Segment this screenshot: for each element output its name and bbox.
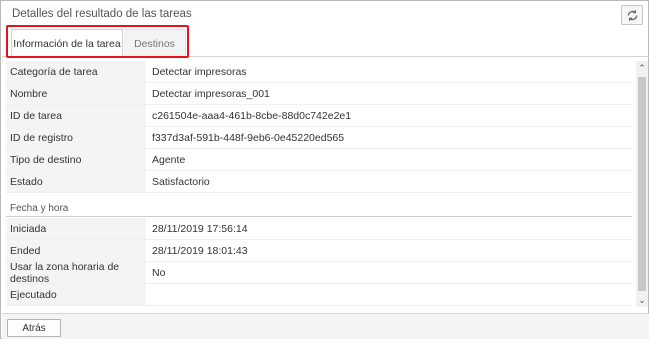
row-value: No [152,266,166,279]
row-label: ID de registro [6,127,146,148]
row-label: Ended [6,240,146,261]
section-title: Fecha y hora [10,203,69,214]
row-label: Estado [6,171,146,192]
table-row: Ended 28/11/2019 18:01:43 [6,240,632,262]
row-value: Detectar impresoras [152,65,247,78]
task-result-details-dialog: Detalles del resultado de las tareas Inf… [0,0,649,339]
refresh-icon [627,9,637,21]
row-value: c261504e-aaa4-461b-8cbe-88d0c742e2e1 [152,109,352,122]
row-label: Usar la zona horaria de destinos [6,261,146,285]
row-label: Categoría de tarea [6,61,146,82]
table-row: ID de tarea c261504e-aaa4-461b-8cbe-88d0… [6,105,632,127]
row-label: ID de tarea [6,105,146,126]
row-label: Nombre [6,83,146,104]
row-label: Ejecutado [6,284,146,305]
scroll-down-icon[interactable]: ⌄ [636,293,648,307]
scrollbar-thumb[interactable] [638,77,646,291]
tab-bar: Información de la tarea Destinos [2,25,649,58]
table-row: Tipo de destino Agente [6,149,632,171]
row-value: Satisfactorio [152,175,210,188]
scroll-up-icon[interactable]: ⌃ [636,61,648,75]
vertical-scrollbar[interactable]: ⌃ ⌄ [636,61,648,307]
row-value: 28/11/2019 17:56:14 [152,222,248,235]
row-value: f337d3af-591b-448f-9eb6-0e45220ed565 [152,131,345,144]
back-button[interactable]: Atrás [7,319,61,337]
table-row: Categoría de tarea Detectar impresoras [6,61,632,83]
table-row: Usar la zona horaria de destinos No [6,261,632,285]
table-row: Ejecutado [6,284,632,306]
tab-destinations[interactable]: Destinos [124,29,186,57]
row-value: Detectar impresoras_001 [152,87,270,100]
table-row: Nombre Detectar impresoras_001 [6,83,632,105]
section-header-date-time: Fecha y hora [6,201,632,217]
dialog-footer: Atrás [2,313,649,339]
dialog-header: Detalles del resultado de las tareas [2,2,649,24]
details-table: Categoría de tarea Detectar impresoras N… [6,61,636,307]
table-row: Iniciada 28/11/2019 17:56:14 [6,218,632,240]
table-row: ID de registro f337d3af-591b-448f-9eb6-0… [6,127,632,149]
row-value: Agente [152,153,186,166]
dialog-title: Detalles del resultado de las tareas [12,8,192,20]
table-row: Estado Satisfactorio [6,171,632,193]
row-label: Tipo de destino [6,149,146,170]
row-label: Iniciada [6,218,146,239]
row-value: 28/11/2019 18:01:43 [152,244,248,257]
refresh-button[interactable] [621,5,643,25]
tab-task-info[interactable]: Información de la tarea [11,29,123,58]
